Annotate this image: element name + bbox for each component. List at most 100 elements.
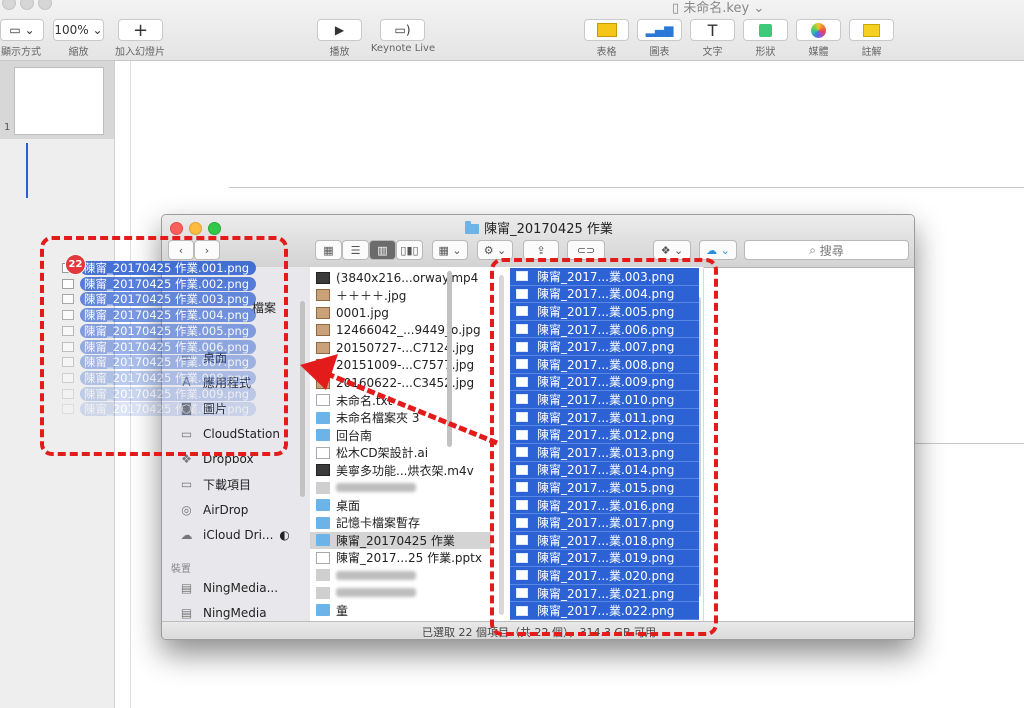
file-row[interactable]: 記憶卡檔案暫存 bbox=[310, 514, 491, 532]
file-name: 童 bbox=[336, 603, 349, 618]
media-button[interactable] bbox=[796, 19, 841, 41]
file-row[interactable]: 陳甯_2017...25 作業.pptx bbox=[310, 549, 491, 567]
file-row[interactable]: 陳甯_20170425 作業 bbox=[310, 531, 491, 549]
close-window-button[interactable] bbox=[2, 0, 16, 10]
share-icon: ⇪ bbox=[536, 243, 546, 257]
sidebar-scrollbar[interactable] bbox=[300, 301, 305, 497]
file-row[interactable]: 美寧多功能...烘衣架.m4v bbox=[310, 462, 491, 480]
columns-icon: ▥ bbox=[377, 243, 388, 257]
tag-icon: ⊂⊃ bbox=[576, 243, 596, 257]
file-row[interactable]: 20160622-...C3452.jpg bbox=[310, 374, 491, 392]
action-button[interactable]: ⚙ ⌄ bbox=[477, 240, 513, 260]
shape-label: 形狀 bbox=[755, 47, 776, 58]
keynote-live-button[interactable]: ▭) bbox=[380, 19, 425, 41]
search-field[interactable]: ⌕ 搜尋 bbox=[744, 240, 909, 260]
file-name: 未命名檔案夾 3 bbox=[336, 411, 420, 426]
file-row[interactable]: 20151009-...C7577.jpg bbox=[310, 357, 491, 375]
file-name: 記憶卡檔案暫存 bbox=[336, 516, 421, 531]
arrange-button[interactable]: ▦ ⌄ bbox=[432, 240, 468, 260]
file-row[interactable] bbox=[310, 479, 491, 497]
finder-column-1: (3840x216...orway.mp4 ＋＋＋＋.jpg 0001.jpg 124… bbox=[310, 267, 492, 621]
file-row[interactable]: 回台南 bbox=[310, 427, 491, 445]
arrange-icon: ▦ ⌄ bbox=[438, 243, 462, 257]
file-name: 松木CD架設計.ai bbox=[336, 446, 429, 461]
file-name: 20160622-...C3452.jpg bbox=[336, 375, 475, 390]
file-row[interactable]: 20150727-...C7124.jpg bbox=[310, 339, 491, 357]
image-file-icon bbox=[316, 289, 330, 302]
play-button[interactable]: ▶ bbox=[317, 19, 362, 41]
folder-icon bbox=[316, 429, 330, 442]
sidebar-item-downloads[interactable]: ▭ 下載項目 bbox=[178, 472, 251, 496]
table-button[interactable] bbox=[584, 19, 629, 41]
minimize-window-button[interactable] bbox=[20, 0, 34, 10]
media-label: 媒體 bbox=[808, 47, 829, 58]
sidebar-item-device[interactable]: ▤ NingMedia... bbox=[178, 576, 278, 600]
document-icon bbox=[316, 481, 330, 494]
file-row[interactable] bbox=[310, 567, 491, 585]
zoom-window-button[interactable] bbox=[38, 0, 52, 10]
progress-pie-icon: ◐ bbox=[279, 528, 290, 542]
add-slide-label: 加入幻燈片 bbox=[115, 47, 165, 58]
folder-icon bbox=[316, 499, 330, 512]
file-row[interactable]: 桌面 bbox=[310, 497, 491, 515]
file-row[interactable]: ＋＋＋＋.jpg bbox=[310, 287, 491, 305]
document-icon bbox=[316, 569, 330, 582]
document-icon bbox=[316, 551, 330, 564]
comment-button[interactable] bbox=[849, 19, 894, 41]
play-label: 播放 bbox=[329, 47, 350, 58]
file-row[interactable]: 未命名檔案夾 3 bbox=[310, 409, 491, 427]
sidebar-item-icloud[interactable]: ☁ iCloud Dri... ◐ bbox=[178, 523, 290, 547]
dropbox-button[interactable]: ❖ ⌄ bbox=[653, 240, 691, 260]
file-name: 桌面 bbox=[336, 498, 361, 513]
file-row[interactable]: 童 bbox=[310, 602, 491, 620]
devices-header: 裝置 bbox=[171, 564, 191, 575]
file-row[interactable]: 松木CD架設計.ai bbox=[310, 444, 491, 462]
cloud-button[interactable]: ☁ ⌄ bbox=[699, 240, 737, 260]
folder-icon: ▭ bbox=[180, 477, 193, 491]
file-name: (3840x216...orway.mp4 bbox=[336, 270, 479, 285]
icon-view-button[interactable]: ▦ bbox=[315, 240, 342, 260]
redacted-filename bbox=[336, 483, 416, 493]
file-name: 回台南 bbox=[336, 428, 373, 443]
plus-icon: + bbox=[132, 19, 149, 41]
document-icon bbox=[316, 586, 330, 599]
file-row[interactable]: (3840x216...orway.mp4 bbox=[310, 269, 491, 287]
file-row[interactable] bbox=[310, 584, 491, 602]
folder-icon bbox=[465, 221, 480, 234]
keynote-live-label: Keynote Live bbox=[370, 43, 436, 54]
tags-button[interactable]: ⊂⊃ bbox=[567, 240, 605, 260]
dropbox-icon: ❖ ⌄ bbox=[660, 243, 684, 257]
video-file-icon bbox=[316, 271, 330, 284]
file-name: 20150727-...C7124.jpg bbox=[336, 340, 475, 355]
sidebar-item-airdrop[interactable]: ◎ AirDrop bbox=[178, 498, 248, 522]
column-view-button[interactable]: ▥ bbox=[369, 240, 396, 260]
list-view-button[interactable]: ☰ bbox=[342, 240, 369, 260]
file-name: 12466042_...9449_o.jpg bbox=[336, 323, 481, 338]
file-name: 未命名.txt bbox=[336, 393, 393, 408]
view-label: 顯示方式 bbox=[1, 47, 41, 58]
file-row[interactable]: 12466042_...9449_o.jpg bbox=[310, 322, 491, 340]
gear-icon: ⚙ ⌄ bbox=[483, 243, 507, 257]
column-scrollbar[interactable] bbox=[447, 271, 452, 447]
keynote-file-icon: ▯ bbox=[672, 1, 684, 16]
folder-icon bbox=[316, 534, 330, 547]
add-slide-button[interactable]: + bbox=[118, 19, 163, 41]
chart-button[interactable]: ▂▄▆ bbox=[637, 19, 682, 41]
shape-button[interactable] bbox=[743, 19, 788, 41]
slide-thumbnail[interactable] bbox=[14, 67, 104, 135]
document-title[interactable]: ▯ 未命名.key ⌄ bbox=[672, 0, 764, 16]
slide-border bbox=[229, 187, 1024, 188]
folder-icon bbox=[316, 604, 330, 617]
annotation-drop-target-box bbox=[40, 236, 288, 456]
file-row[interactable]: 0001.jpg bbox=[310, 304, 491, 322]
folder-icon bbox=[316, 411, 330, 424]
list-icon: ☰ bbox=[350, 243, 361, 257]
coverflow-view-button[interactable]: ▯▮▯ bbox=[396, 240, 423, 260]
file-name: ＋＋＋＋.jpg bbox=[336, 288, 407, 303]
share-button[interactable]: ⇪ bbox=[523, 240, 559, 260]
text-button[interactable]: T bbox=[690, 19, 735, 41]
finder-title: 陳甯_20170425 作業 bbox=[162, 218, 914, 237]
view-button[interactable]: ▭ ⌄ bbox=[0, 19, 44, 41]
file-row[interactable]: 未命名.txt bbox=[310, 392, 491, 410]
zoom-select[interactable]: 100% ⌄ bbox=[53, 19, 104, 41]
